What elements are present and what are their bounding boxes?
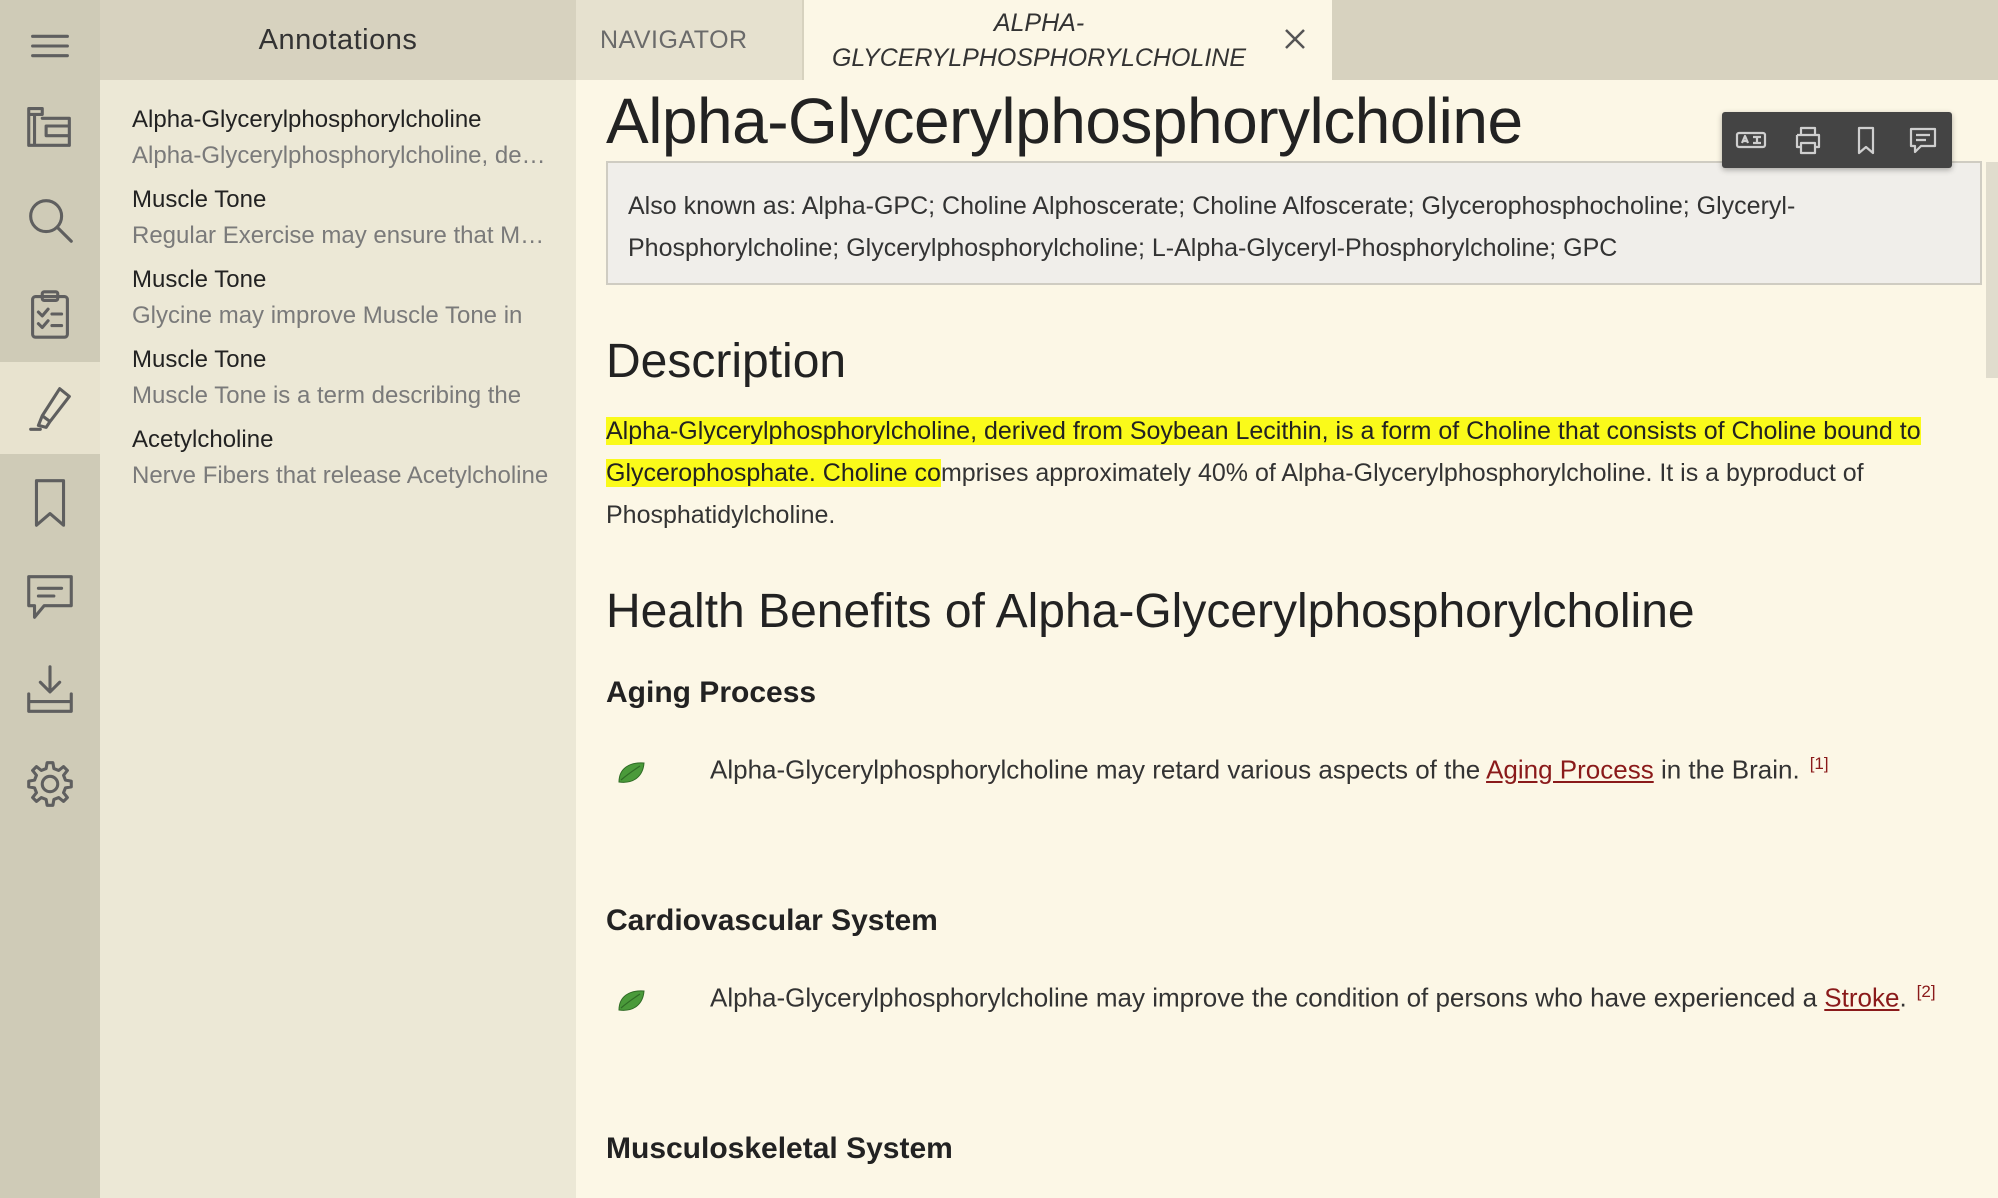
settings-icon xyxy=(27,761,73,807)
bookmark-icon xyxy=(1857,126,1874,155)
annotation-snippet: Nerve Fibers that release Acetylcholine xyxy=(132,462,549,489)
annotation-item[interactable]: Muscle Tone Muscle Tone is a term descri… xyxy=(132,346,552,410)
close-tab-button[interactable] xyxy=(1280,24,1310,54)
aging-process-link[interactable]: Aging Process xyxy=(1486,755,1654,785)
tab-article[interactable]: ALPHA-GLYCERYLPHOSPHORYLCHOLINE xyxy=(804,0,1332,80)
close-icon xyxy=(1285,29,1305,49)
tab-annotations-label: Annotations xyxy=(258,23,418,56)
bookmarks-button[interactable] xyxy=(0,456,100,548)
print-icon xyxy=(1796,126,1821,155)
translate-button[interactable] xyxy=(1734,123,1768,157)
description-heading: Description xyxy=(606,335,847,388)
leaf-icon xyxy=(618,990,645,1011)
scrollbar[interactable] xyxy=(1986,162,1998,378)
annotation-item[interactable]: Muscle Tone Glycine may improve Muscle T… xyxy=(132,266,552,330)
annotation-snippet: Muscle Tone is a term describing the xyxy=(132,382,522,409)
checklist-icon xyxy=(31,290,69,339)
reference-link[interactable]: [1] xyxy=(1810,754,1829,773)
bookmark-button[interactable] xyxy=(1849,123,1883,157)
benefit-text: Alpha-Glycerylphosphorylcholine may reta… xyxy=(710,754,1829,785)
print-button[interactable] xyxy=(1791,123,1825,157)
checklist-button[interactable] xyxy=(0,268,100,360)
annotation-title: Muscle Tone xyxy=(132,346,267,373)
menu-button[interactable] xyxy=(0,0,100,92)
library-button[interactable] xyxy=(0,80,100,172)
benefits-heading: Health Benefits of Alpha-Glycerylphospho… xyxy=(606,585,1695,638)
annotation-snippet: Alpha-Glycerylphosphorylcholine, derived… xyxy=(132,142,552,169)
annotation-snippet: Regular Exercise may ensure that Muscle … xyxy=(132,222,552,249)
settings-button[interactable] xyxy=(0,738,100,830)
description-text: Alpha-Glycerylphosphorylcholine, derived… xyxy=(606,410,1986,536)
annotation-title: Muscle Tone xyxy=(132,186,267,213)
article-toolbar xyxy=(1722,112,1952,168)
bookmark-icon xyxy=(34,479,66,527)
download-icon xyxy=(27,665,73,713)
menu-icon xyxy=(31,34,69,58)
comment-icon xyxy=(1910,127,1937,154)
sidebar-rail xyxy=(0,0,100,1198)
translate-icon xyxy=(1735,131,1766,149)
also-known-as-box: Also known as: Alpha-GPC; Choline Alphos… xyxy=(606,161,1982,285)
annotation-item[interactable]: Acetylcholine Nerve Fibers that release … xyxy=(132,426,552,490)
section-heading-musculoskeletal: Musculoskeletal System xyxy=(606,1132,953,1165)
library-icon xyxy=(27,107,71,147)
search-button[interactable] xyxy=(0,174,100,266)
annotations-panel: Alpha-Glycerylphosphorylcholine Alpha-Gl… xyxy=(100,80,576,1198)
annotation-title: Alpha-Glycerylphosphorylcholine xyxy=(132,106,482,133)
annotation-item[interactable]: Alpha-Glycerylphosphorylcholine Alpha-Gl… xyxy=(132,106,552,170)
leaf-icon xyxy=(618,762,645,783)
benefit-text: Alpha-Glycerylphosphorylcholine may impr… xyxy=(710,982,1936,1013)
annotation-snippet: Glycine may improve Muscle Tone in xyxy=(132,302,523,329)
annotation-title: Muscle Tone xyxy=(132,266,267,293)
tab-article-label: ALPHA-GLYCERYLPHOSPHORYLCHOLINE xyxy=(831,9,1247,72)
annotation-title: Acetylcholine xyxy=(132,426,274,453)
tab-navigator[interactable]: NAVIGATOR xyxy=(576,0,802,80)
annotation-item[interactable]: Muscle Tone Regular Exercise may ensure … xyxy=(132,186,552,250)
comments-button[interactable] xyxy=(0,550,100,642)
page-title: Alpha-Glycerylphosphorylcholine xyxy=(606,85,1523,157)
benefit-item: Alpha-Glycerylphosphorylcholine may reta… xyxy=(616,754,1976,794)
article-content: Alpha-Glycerylphosphorylcholine Also kno… xyxy=(576,80,1998,1198)
section-heading-aging: Aging Process xyxy=(606,676,817,709)
benefit-item: Alpha-Glycerylphosphorylcholine may impr… xyxy=(616,982,1976,1022)
section-heading-cardiovascular: Cardiovascular System xyxy=(606,904,938,937)
tab-annotations[interactable]: Annotations xyxy=(100,0,576,80)
highlighter-icon xyxy=(29,387,71,431)
comment-icon xyxy=(27,575,73,619)
search-icon xyxy=(29,199,73,243)
reference-link[interactable]: [2] xyxy=(1917,982,1936,1001)
stroke-link[interactable]: Stroke xyxy=(1824,983,1899,1013)
comment-button[interactable] xyxy=(1906,123,1940,157)
download-button[interactable] xyxy=(0,644,100,736)
tab-navigator-label: NAVIGATOR xyxy=(600,25,748,54)
highlighter-button[interactable] xyxy=(0,362,100,454)
